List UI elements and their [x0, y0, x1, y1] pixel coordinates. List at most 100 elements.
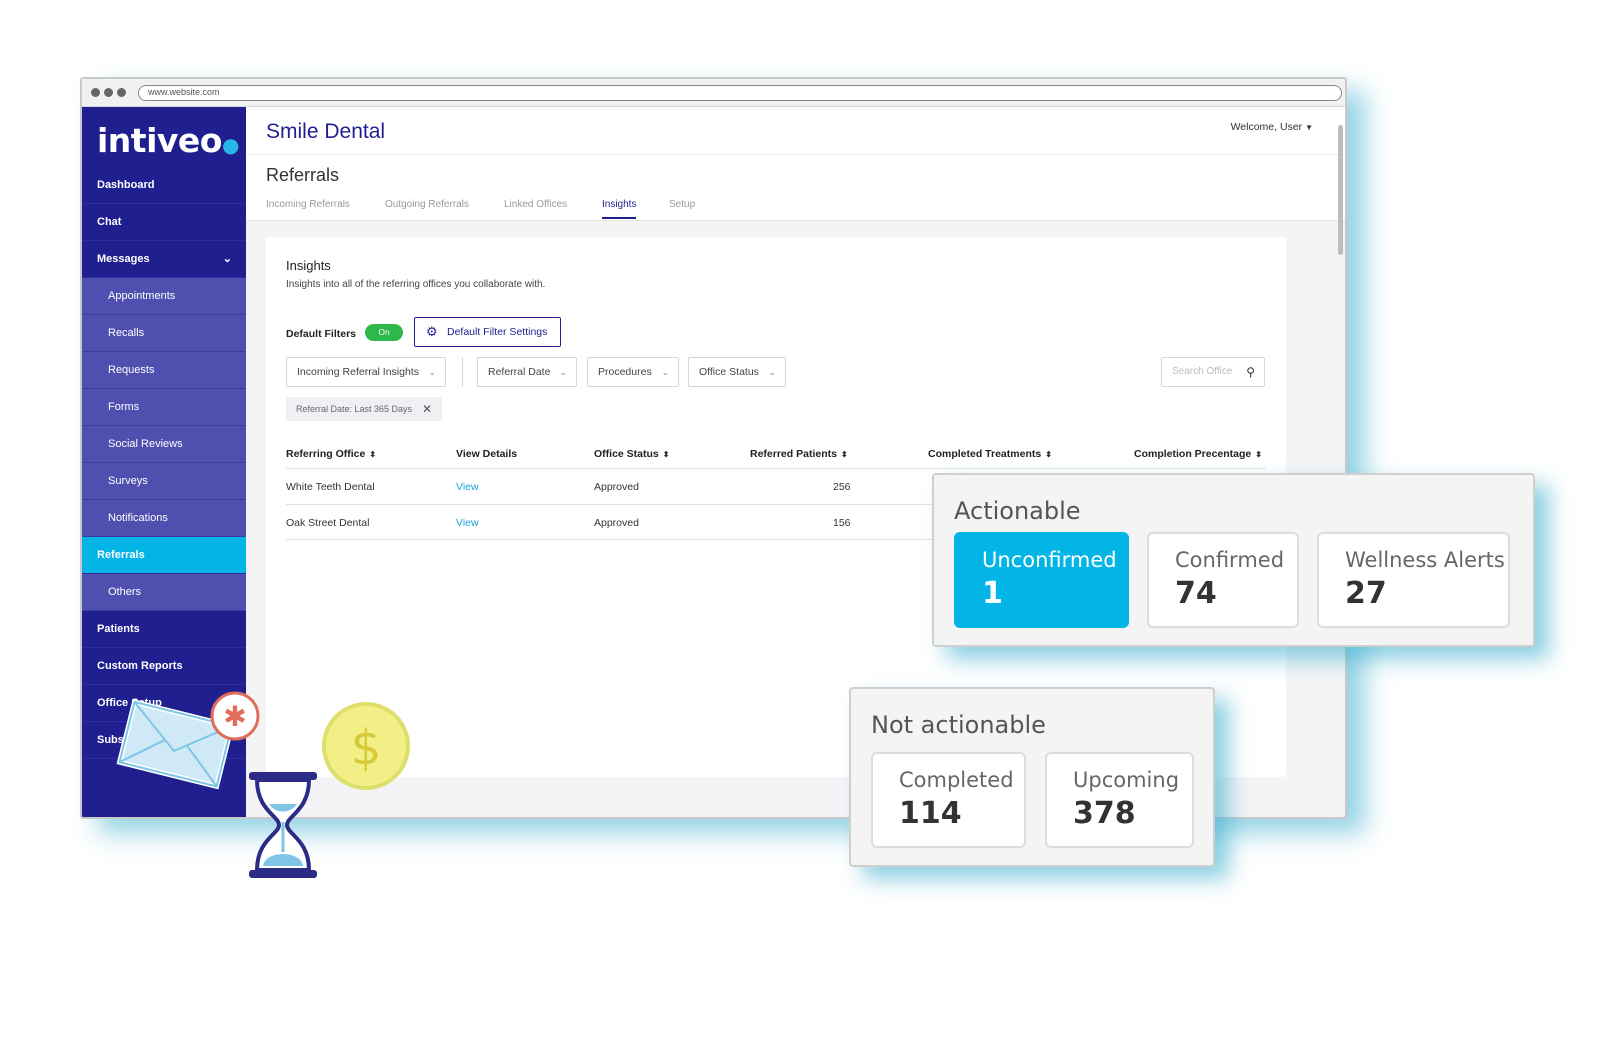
- select-value: Procedures: [598, 366, 652, 378]
- confirmed-card[interactable]: Confirmed 74: [1147, 532, 1299, 628]
- sort-icon: ⬍: [1045, 450, 1052, 459]
- default-filter-settings-button[interactable]: ⚙ Default Filter Settings: [414, 317, 561, 347]
- stat-label: Unconfirmed: [982, 548, 1117, 572]
- sort-icon: ⬍: [1255, 450, 1262, 459]
- stat-label: Completed: [899, 768, 1014, 792]
- column-header-referring-office[interactable]: Referring Office ⬍: [286, 448, 376, 460]
- sort-icon: ⬍: [369, 450, 377, 459]
- tab-linked-offices[interactable]: Linked Offices: [504, 199, 567, 217]
- tab-outgoing-referrals[interactable]: Outgoing Referrals: [385, 199, 469, 217]
- sidebar-item-chat[interactable]: Chat: [82, 204, 246, 241]
- default-filters-toggle[interactable]: On: [365, 324, 403, 341]
- practice-name: Smile Dental: [266, 120, 386, 143]
- logo-dot-icon: ●: [221, 133, 239, 157]
- sort-icon: ⬍: [662, 450, 670, 459]
- svg-text:$: $: [351, 720, 382, 776]
- filter-chip: Referral Date: Last 365 Days ✕: [286, 397, 442, 421]
- search-icon[interactable]: ⚲: [1246, 358, 1255, 386]
- stat-label: Upcoming: [1073, 768, 1180, 792]
- caret-down-icon: ▼: [1305, 123, 1313, 132]
- hourglass-icon: [249, 772, 317, 878]
- insights-title: Insights: [286, 258, 331, 273]
- filter-settings-label: Default Filter Settings: [447, 326, 548, 338]
- tab-setup[interactable]: Setup: [669, 199, 695, 217]
- table-row-referred: 156: [833, 517, 851, 529]
- page-title: Referrals: [266, 165, 340, 185]
- column-header-completed-treatments[interactable]: Completed Treatments ⬍: [928, 448, 1052, 460]
- window-dot-icon: [117, 88, 126, 97]
- sidebar-item-custom-reports[interactable]: Custom Reports: [82, 648, 246, 685]
- default-filters-label: Default Filters: [286, 328, 357, 340]
- header-label: View Details: [456, 448, 518, 460]
- sidebar-item-surveys[interactable]: Surveys: [82, 463, 246, 500]
- sidebar-item-others[interactable]: Others: [82, 574, 246, 611]
- close-icon[interactable]: ✕: [422, 397, 432, 421]
- scrollbar[interactable]: [1338, 125, 1343, 255]
- gear-icon: ⚙: [426, 324, 438, 339]
- chevron-down-icon: ⌄: [222, 253, 232, 265]
- sidebar-item-label: Messages: [97, 253, 150, 265]
- table-row-office: White Teeth Dental: [286, 481, 375, 493]
- stat-value: 27: [1345, 576, 1387, 611]
- upcoming-card[interactable]: Upcoming 378: [1045, 752, 1194, 848]
- office-status-select[interactable]: Office Status ⌄: [688, 357, 786, 387]
- sidebar-item-recalls[interactable]: Recalls: [82, 315, 246, 352]
- table-row-status: Approved: [594, 517, 639, 529]
- chevron-down-icon: ⌄: [661, 367, 669, 377]
- not-actionable-title: Not actionable: [871, 711, 1046, 739]
- address-bar[interactable]: www.website.com: [138, 85, 1342, 101]
- search-placeholder: Search Office: [1172, 366, 1233, 377]
- search-office-input[interactable]: Search Office ⚲: [1161, 357, 1265, 387]
- sidebar-item-referrals[interactable]: Referrals: [82, 537, 246, 574]
- app-header: Smile Dental Welcome, User ▼: [246, 107, 1345, 155]
- header-label: Completed Treatments: [928, 448, 1042, 460]
- stat-value: 1: [982, 576, 1003, 611]
- stat-value: 378: [1073, 796, 1136, 831]
- insights-subtitle: Insights into all of the referring offic…: [286, 279, 546, 290]
- sidebar-item-requests[interactable]: Requests: [82, 352, 246, 389]
- sidebar-item-social-reviews[interactable]: Social Reviews: [82, 426, 246, 463]
- sidebar-item-forms[interactable]: Forms: [82, 389, 246, 426]
- stat-label: Confirmed: [1175, 548, 1285, 572]
- table-divider: [286, 468, 1266, 469]
- unconfirmed-card[interactable]: Unconfirmed 1: [954, 532, 1129, 628]
- svg-text:✱: ✱: [223, 700, 246, 733]
- stat-value: 74: [1175, 576, 1217, 611]
- not-actionable-panel: Not actionable Completed 114 Upcoming 37…: [849, 687, 1215, 867]
- sidebar-item-patients[interactable]: Patients: [82, 611, 246, 648]
- window-dot-icon: [104, 88, 113, 97]
- column-header-referred-patients[interactable]: Referred Patients ⬍: [750, 448, 848, 460]
- view-details-link[interactable]: View: [456, 481, 479, 493]
- select-value: Referral Date: [488, 366, 551, 378]
- window-dot-icon: [91, 88, 100, 97]
- sort-icon: ⬍: [840, 450, 848, 459]
- filter-chip-label: Referral Date: Last 365 Days: [296, 404, 413, 414]
- completed-card[interactable]: Completed 114: [871, 752, 1026, 848]
- column-header-completion-percentage[interactable]: Completion Precentage ⬍: [1134, 448, 1262, 460]
- tab-insights[interactable]: Insights: [602, 199, 637, 219]
- sidebar-item-dashboard[interactable]: Dashboard: [82, 167, 246, 204]
- column-header-office-status[interactable]: Office Status ⬍: [594, 448, 669, 460]
- chevron-down-icon: ⌄: [768, 367, 776, 377]
- table-row-status: Approved: [594, 481, 639, 493]
- procedures-select[interactable]: Procedures ⌄: [587, 357, 679, 387]
- referral-date-select[interactable]: Referral Date ⌄: [477, 357, 577, 387]
- header-label: Referred Patients: [750, 448, 837, 460]
- stat-label: Wellness Alerts: [1345, 548, 1505, 572]
- sidebar-item-notifications[interactable]: Notifications: [82, 500, 246, 537]
- chevron-down-icon: ⌄: [559, 367, 567, 377]
- browser-toolbar: www.website.com: [82, 79, 1345, 107]
- tab-incoming-referrals[interactable]: Incoming Referrals: [266, 199, 350, 217]
- column-header-view-details: View Details: [456, 448, 517, 460]
- sidebar-item-messages[interactable]: Messages ⌄: [82, 241, 246, 278]
- filter-divider: [462, 357, 463, 387]
- table-row-referred: 256: [833, 481, 851, 493]
- view-details-link[interactable]: View: [456, 517, 479, 529]
- stat-value: 114: [899, 796, 962, 831]
- wellness-alerts-card[interactable]: Wellness Alerts 27: [1317, 532, 1510, 628]
- header-label: Completion Precentage: [1134, 448, 1252, 460]
- sidebar-item-appointments[interactable]: Appointments: [82, 278, 246, 315]
- user-menu[interactable]: Welcome, User ▼: [1231, 121, 1313, 133]
- insight-type-select[interactable]: Incoming Referral Insights ⌄: [286, 357, 446, 387]
- page-header: Referrals Incoming Referrals Outgoing Re…: [246, 155, 1345, 221]
